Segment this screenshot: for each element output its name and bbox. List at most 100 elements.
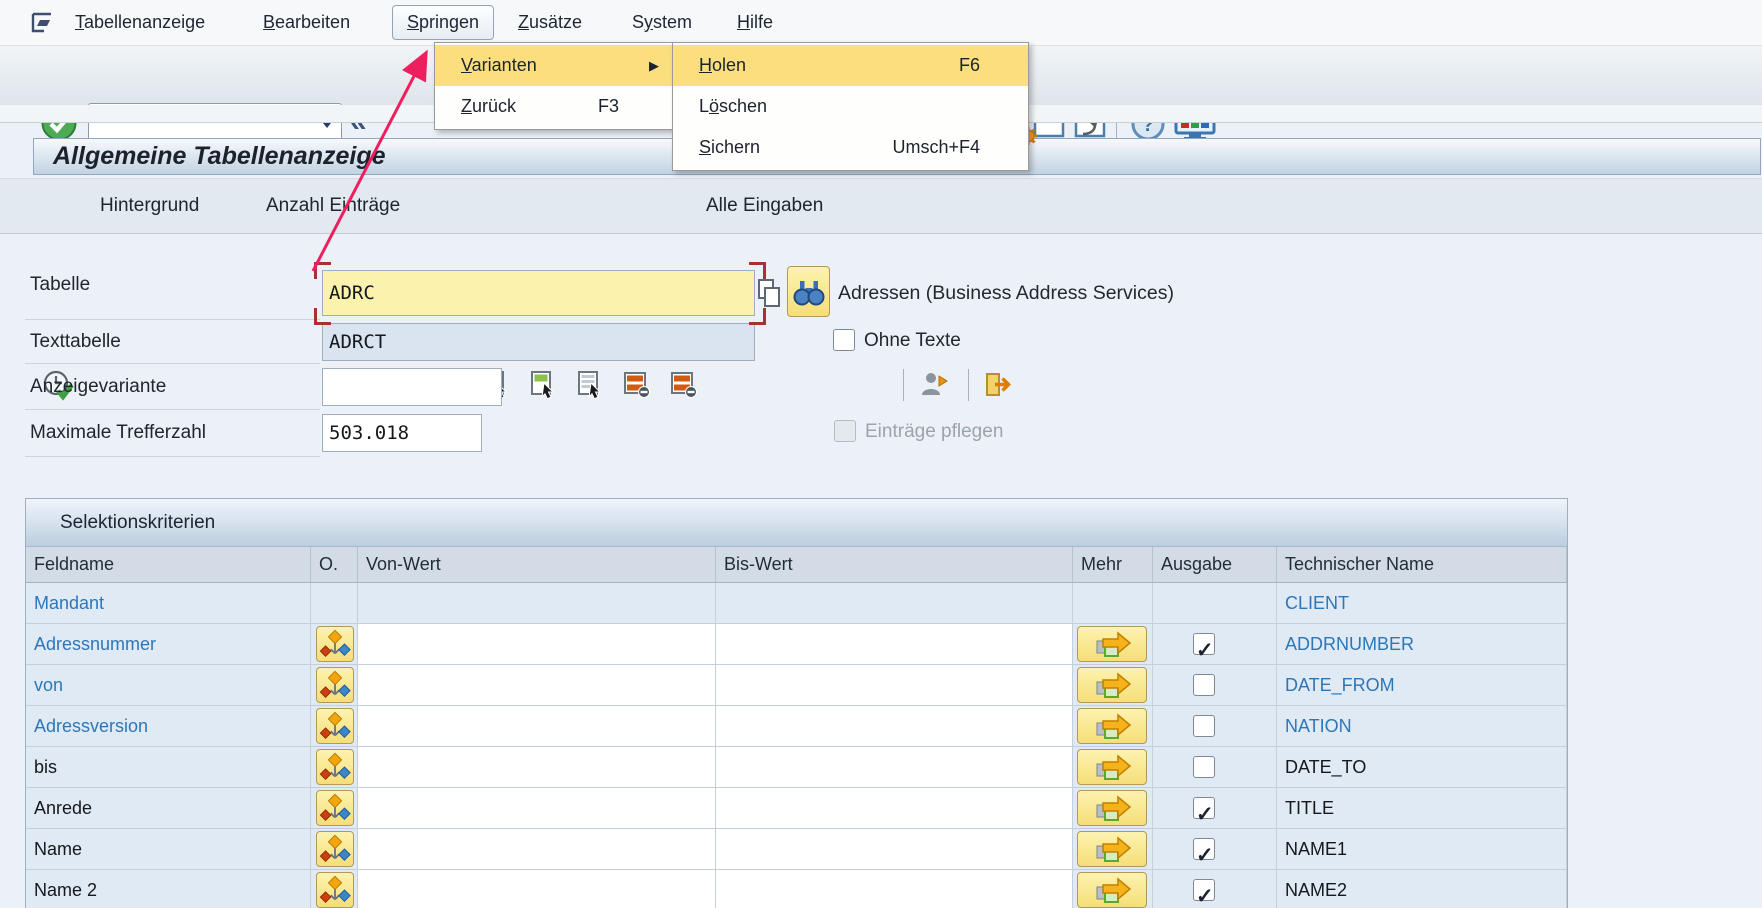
menu-springen[interactable]: Springen [392,5,494,40]
selection-option-button[interactable] [316,749,354,785]
submenu-arrow-icon: ▶ [649,45,659,86]
technical-name: NATION [1277,706,1566,746]
varianten-submenu: Holen F6 Löschen Sichern Umsch+F4 [672,42,1029,171]
bis-wert-cell[interactable] [716,624,1073,665]
output-checkbox[interactable] [1193,797,1215,819]
system-menu-icon[interactable] [28,8,56,41]
apptoolbar-separator [968,369,969,401]
selection-table-row: Mandant CLIENT [26,583,1567,624]
all-inputs-button[interactable]: Alle Eingaben [706,179,823,233]
technical-name: CLIENT [1277,583,1566,623]
output-checkbox[interactable] [1193,674,1215,696]
bis-wert-cell[interactable] [716,747,1073,788]
menu-shortcut: F3 [598,86,619,127]
multiple-selection-button[interactable] [1077,831,1147,867]
menu-bearbeiten[interactable]: Bearbeiten [263,7,350,38]
menu-item-holen[interactable]: Holen F6 [673,45,1028,86]
output-checkbox[interactable] [1193,633,1215,655]
selection-table-row: bis [26,747,1567,788]
table-label: Tabelle [25,250,320,320]
technical-name: DATE_TO [1277,747,1566,787]
column-header-ausgabe: Ausgabe [1153,547,1277,583]
entry-count-button[interactable]: Anzahl Einträge [266,179,400,233]
menu-item-l-schen[interactable]: Löschen [673,86,1028,127]
menu-hilfe[interactable]: Hilfe [737,7,773,38]
selection-table-row: Adressversion [26,706,1567,747]
output-checkbox[interactable] [1193,879,1215,901]
selection-option-button[interactable] [316,790,354,826]
von-wert-cell[interactable] [358,706,716,747]
menu-system[interactable]: System [632,7,692,38]
deselect-all-icon[interactable] [576,370,606,405]
sap-gui-window: Tabellenanzeige Bearbeiten Springen Zusä… [0,0,1762,908]
maintain-entries-checkbox[interactable] [834,420,856,442]
multiple-selection-button[interactable] [1077,708,1147,744]
focus-corner [749,262,766,279]
select-block-icon[interactable] [529,370,559,405]
selection-option-button[interactable] [316,872,354,908]
application-toolbar: Hintergrund Anzahl Einträge [0,178,1762,234]
without-texts-checkbox[interactable] [833,329,855,351]
multiple-selection-button[interactable] [1077,749,1147,785]
field-name: Name 2 [26,870,310,908]
von-wert-cell[interactable] [358,788,716,829]
menu-zus-tze[interactable]: Zusätze [518,7,582,38]
von-wert-cell[interactable] [358,624,716,665]
selection-criteria-title: Selektionskriterien [26,499,1567,547]
menu-tabellenanzeige[interactable]: Tabellenanzeige [75,7,205,38]
menu-item-varianten[interactable]: Varianten ▶ [435,45,673,86]
field-name: von [26,665,310,705]
bis-wert-cell[interactable] [716,829,1073,870]
delete-selection-icon[interactable] [622,370,652,405]
multiple-selection-button[interactable] [1077,626,1147,662]
von-wert-cell[interactable] [358,747,716,788]
column-header-bis-wert: Bis-Wert [716,547,1073,583]
selection-table-header: Feldname O. Von-Wert Bis-Wert Mehr Ausga… [26,547,1567,583]
multiple-selection-button[interactable] [1077,790,1147,826]
search-binoculars-button[interactable] [787,266,830,317]
von-wert-cell[interactable] [358,665,716,706]
text-table-input[interactable] [322,323,755,361]
von-wert-cell[interactable] [358,870,716,908]
von-wert-cell[interactable] [358,583,716,624]
bis-wert-cell[interactable] [716,870,1073,908]
selection-option-button[interactable] [316,626,354,662]
bis-wert-cell[interactable] [716,706,1073,747]
max-hits-input[interactable] [322,414,482,452]
table-description: Adressen (Business Address Services) [838,270,1174,316]
multiple-selection-button[interactable] [1077,667,1147,703]
output-checkbox[interactable] [1193,838,1215,860]
maintain-entries-label: Einträge pflegen [865,420,1003,443]
bis-wert-cell[interactable] [716,583,1073,624]
technical-name: ADDRNUMBER [1277,624,1566,664]
technical-name: DATE_FROM [1277,665,1566,705]
menu-item-zur-ck[interactable]: Zurück F3 [435,86,673,127]
page-title: Allgemeine Tabellenanzeige [53,142,386,171]
bis-wert-cell[interactable] [716,788,1073,829]
selection-option-button[interactable] [316,831,354,867]
bis-wert-cell[interactable] [716,665,1073,706]
output-checkbox[interactable] [1193,756,1215,778]
springen-dropdown-menu: Varianten ▶ Zurück F3 [434,42,674,130]
menu-item-sichern[interactable]: Sichern Umsch+F4 [673,127,1028,168]
apptoolbar-separator [903,369,904,401]
display-variant-input[interactable] [322,368,502,406]
field-name: Name [26,829,310,869]
multiple-selection-button[interactable] [1077,872,1147,908]
field-name: bis [26,747,310,787]
selection-table-row: Anrede [26,788,1567,829]
user-parameters-icon[interactable] [918,369,950,406]
output-checkbox[interactable] [1193,715,1215,737]
table-input[interactable] [322,270,755,316]
focus-corner [314,308,331,325]
menu-bar: Tabellenanzeige Bearbeiten Springen Zusä… [0,0,1762,46]
exit-icon[interactable] [984,369,1016,406]
von-wert-cell[interactable] [358,829,716,870]
background-button[interactable]: Hintergrund [100,179,199,233]
technical-name: NAME2 [1277,870,1566,908]
menu-shortcut: Umsch+F4 [892,127,980,168]
delete-all-inputs-icon[interactable] [669,370,699,405]
selection-option-button[interactable] [316,667,354,703]
display-variant-label: Anzeigevariante [25,364,320,410]
selection-option-button[interactable] [316,708,354,744]
